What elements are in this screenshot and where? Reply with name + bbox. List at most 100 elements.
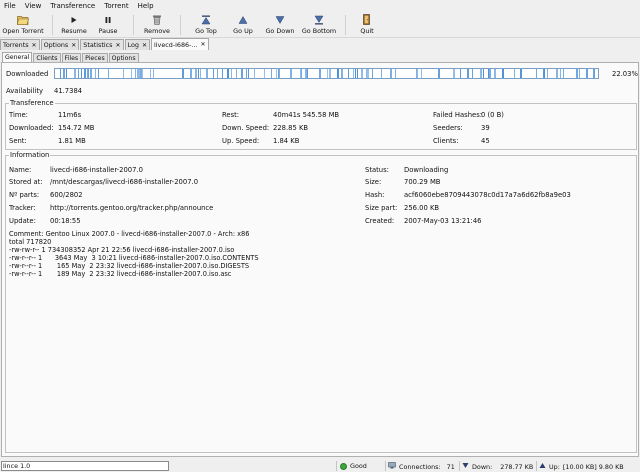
subtab-files[interactable]: Files bbox=[61, 53, 82, 62]
close-icon[interactable]: ✕ bbox=[201, 41, 206, 48]
menu-view[interactable]: View bbox=[25, 2, 42, 10]
downloaded-piece bbox=[60, 69, 61, 78]
comment-line: total 717820 bbox=[9, 238, 52, 246]
downloaded-piece bbox=[290, 69, 292, 78]
toolbar-separator bbox=[345, 15, 346, 35]
information-frame: Information Name: livecd-i686-installer-… bbox=[5, 151, 637, 453]
downloaded-piece bbox=[481, 69, 482, 78]
downloaded-piece bbox=[123, 69, 124, 78]
go-down-button[interactable]: Go Down bbox=[261, 12, 299, 38]
downloaded-piece bbox=[190, 69, 192, 78]
menu-torrent[interactable]: Torrent bbox=[104, 2, 128, 10]
down-value: 278.77 KB bbox=[500, 462, 534, 471]
tab-torrent-detail[interactable]: livecd-i686-... ✕ bbox=[150, 38, 209, 50]
tab-label: Log bbox=[127, 41, 139, 49]
downloaded-piece bbox=[576, 69, 578, 78]
tab-log[interactable]: Log ✕ bbox=[124, 39, 150, 50]
connections-label: Connections: bbox=[399, 462, 441, 471]
exit-door-icon bbox=[361, 14, 373, 25]
tab-torrents[interactable]: Torrents ✕ bbox=[0, 39, 40, 50]
subtab-clients[interactable]: Clients bbox=[33, 53, 61, 62]
tab-statistics[interactable]: Statistics ✕ bbox=[80, 39, 124, 50]
downloaded-piece bbox=[460, 69, 461, 78]
toolbar-separator bbox=[52, 15, 53, 35]
downloaded-piece bbox=[593, 69, 595, 78]
downloaded-piece bbox=[366, 69, 367, 78]
go-up-button[interactable]: Go Up bbox=[225, 12, 261, 38]
downloaded-piece bbox=[87, 69, 88, 78]
status-input[interactable]: lince 1.0 bbox=[1, 461, 169, 471]
downloaded-piece bbox=[198, 69, 199, 78]
quit-button[interactable]: Quit bbox=[352, 12, 382, 38]
downloaded-piece bbox=[480, 69, 481, 78]
subtab-pieces[interactable]: Pieces bbox=[82, 53, 108, 62]
downloaded-piece bbox=[131, 69, 132, 78]
downloaded-piece bbox=[63, 69, 65, 78]
subtab-general[interactable]: General bbox=[2, 52, 33, 62]
pause-button[interactable]: Pause bbox=[89, 12, 127, 38]
progress-percent: 22.03% bbox=[612, 70, 638, 78]
downloaded-piece bbox=[361, 69, 363, 78]
resume-label: Resume bbox=[61, 27, 87, 35]
close-icon[interactable]: ✕ bbox=[142, 42, 147, 49]
downloaded-piece bbox=[142, 69, 143, 78]
connection-status: Good bbox=[340, 462, 367, 470]
rest-label: Rest: bbox=[222, 111, 240, 119]
go-up-icon bbox=[237, 14, 249, 25]
downloaded-piece bbox=[467, 69, 469, 78]
menu-help[interactable]: Help bbox=[138, 2, 154, 10]
downloaded-piece bbox=[135, 69, 136, 78]
downloaded-piece bbox=[547, 69, 548, 78]
downloaded-piece bbox=[502, 69, 504, 78]
downloaded-piece bbox=[586, 69, 588, 78]
go-top-button[interactable]: Go Top bbox=[187, 12, 225, 38]
subtab-options[interactable]: Options bbox=[108, 53, 139, 62]
go-bottom-icon bbox=[313, 14, 325, 25]
go-bottom-label: Go Bottom bbox=[301, 27, 337, 35]
downloaded-piece bbox=[254, 69, 255, 78]
downloaded-piece bbox=[520, 69, 522, 78]
downloaded-piece bbox=[227, 69, 229, 78]
downloaded-piece bbox=[306, 69, 307, 78]
pause-icon bbox=[102, 14, 114, 25]
open-torrent-button[interactable]: Open Torrent bbox=[0, 12, 46, 38]
downloaded-piece bbox=[367, 69, 369, 78]
main-tab-bar: Torrents ✕ Options ✕ Statistics ✕ Log ✕ … bbox=[0, 38, 640, 50]
downloaded-piece bbox=[560, 69, 561, 78]
comment-line: -rw-r--r-- 1 165 May 2 23:32 livecd-i686… bbox=[9, 262, 250, 270]
downloaded-piece bbox=[74, 69, 76, 78]
close-icon[interactable]: ✕ bbox=[32, 42, 37, 49]
downloaded-piece bbox=[438, 69, 440, 78]
downloaded-piece bbox=[276, 69, 277, 78]
menu-transference[interactable]: Transference bbox=[50, 2, 95, 10]
statusbar-separator bbox=[385, 461, 386, 471]
go-down-label: Go Down bbox=[265, 27, 295, 35]
go-bottom-button[interactable]: Go Bottom bbox=[299, 12, 339, 38]
comment-line: -rw-rw-r-- 1 734308352 Apr 21 22:56 live… bbox=[9, 246, 235, 254]
tab-options[interactable]: Options ✕ bbox=[40, 39, 80, 50]
close-icon[interactable]: ✕ bbox=[116, 42, 121, 49]
availability-value: 41.7384 bbox=[54, 87, 83, 95]
failed-hashes-value: 0 (0 B) bbox=[481, 111, 504, 119]
downloaded-piece bbox=[348, 69, 349, 78]
close-icon[interactable]: ✕ bbox=[71, 42, 76, 49]
comment-line: -rw-r--r-- 1 3643 May 3 10:21 livecd-i68… bbox=[9, 254, 259, 262]
downloaded-piece bbox=[381, 69, 382, 78]
size-part-label: Size part: bbox=[365, 204, 398, 212]
downloaded-piece bbox=[206, 69, 208, 78]
folder-open-icon bbox=[17, 14, 29, 25]
menubar: File View Transference Torrent Help bbox=[0, 0, 640, 12]
hash-value: acf6060ebe8709443078c0d17a7a6d62fb8a9e03 bbox=[404, 191, 571, 199]
downloaded-piece bbox=[195, 69, 197, 78]
downloaded-piece bbox=[563, 69, 564, 78]
remove-button[interactable]: Remove bbox=[140, 12, 174, 38]
menu-file[interactable]: File bbox=[4, 2, 16, 10]
quit-label: Quit bbox=[360, 27, 374, 35]
rest-value: 40m41s 545.58 MB bbox=[273, 111, 340, 119]
resume-button[interactable]: Resume bbox=[59, 12, 89, 38]
up-speed-label: Up. Speed: bbox=[222, 137, 260, 145]
down-label: Down: bbox=[472, 462, 493, 471]
statusbar-separator bbox=[536, 461, 537, 471]
downloaded-piece bbox=[200, 69, 201, 78]
downloaded-piece bbox=[483, 69, 484, 78]
